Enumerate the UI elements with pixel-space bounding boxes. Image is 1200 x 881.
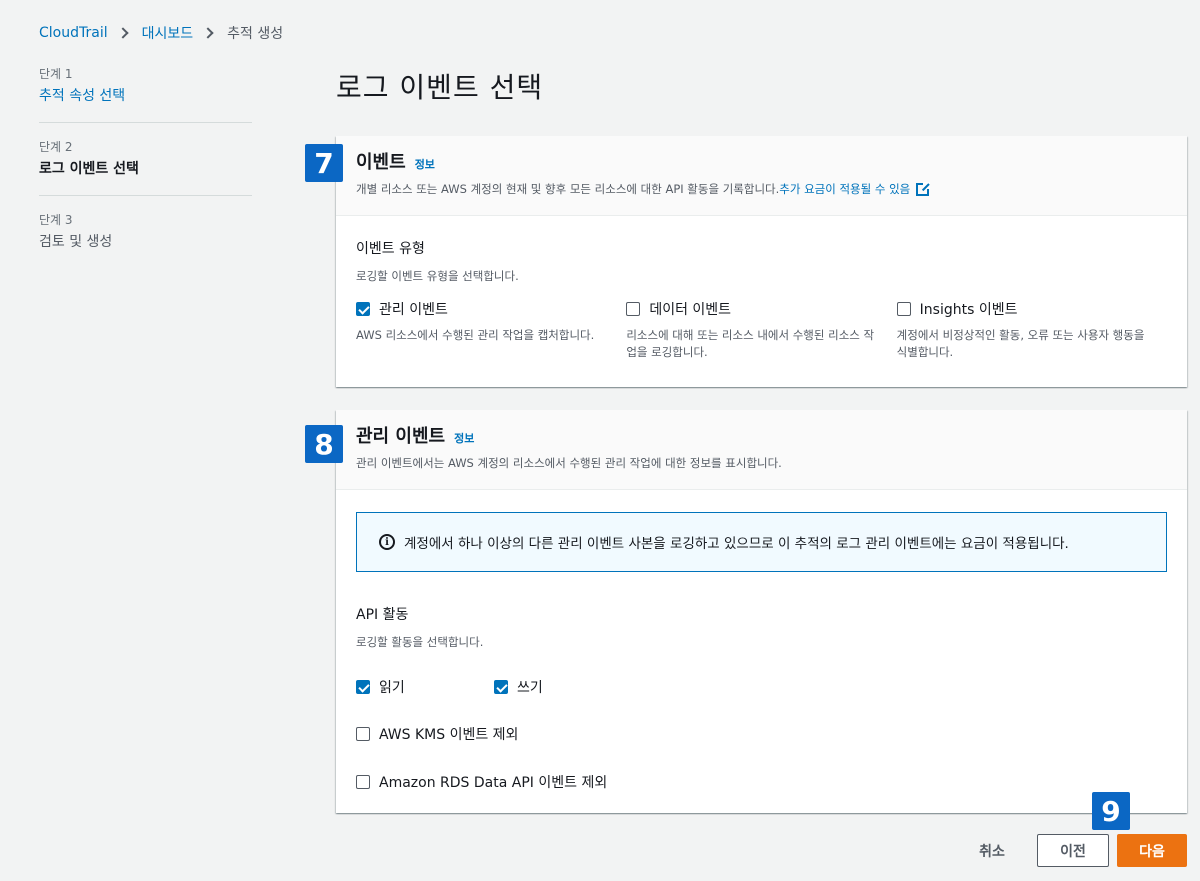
next-button[interactable]: 다음 [1117,834,1187,867]
chevron-right-icon [116,27,129,39]
events-panel-body: 이벤트 유형 로깅할 이벤트 유형을 선택합니다. 관리 이벤트 AWS 리소스… [336,216,1187,381]
breadcrumb-dashboard[interactable]: 대시보드 [142,23,194,43]
write-option[interactable]: 쓰기 [494,677,543,697]
event-type-label: 이벤트 유형 [356,241,425,257]
breadcrumb: CloudTrail 대시보드 추적 생성 [39,22,283,44]
option-description: 리소스에 대해 또는 리소스 내에서 수행된 리소스 작업을 로깅합니다. [626,328,875,359]
event-type-sublabel: 로깅할 이벤트 유형을 선택합니다. [356,269,519,283]
read-checkbox[interactable] [356,680,370,694]
api-activity-label: API 활동 [356,607,409,623]
breadcrumb-current: 추적 생성 [227,26,284,42]
option-label: 데이터 이벤트 [649,302,732,318]
external-link-icon[interactable] [916,181,931,196]
management-events-checkbox[interactable] [356,302,370,316]
step-number: 단계 2 [39,140,73,154]
event-type-options: 관리 이벤트 AWS 리소스에서 수행된 관리 작업을 캡처합니다. 데이터 이… [356,299,1167,361]
management-panel-body: i 계정에서 하나 이상의 다른 관리 이벤트 사본을 로깅하고 있으므로 이 … [336,490,1187,812]
event-type-management: 관리 이벤트 AWS 리소스에서 수행된 관리 작업을 캡처합니다. [356,299,626,361]
event-type-data: 데이터 이벤트 리소스에 대해 또는 리소스 내에서 수행된 리소스 작업을 로… [626,299,896,361]
info-alert: i 계정에서 하나 이상의 다른 관리 이벤트 사본을 로깅하고 있으므로 이 … [356,512,1167,572]
data-events-checkbox[interactable] [626,302,641,316]
management-events-title: 관리 이벤트 [356,426,446,447]
option-description: 계정에서 비정상적인 활동, 오류 또는 사용자 행동을 식별합니다. [896,328,1145,359]
cancel-button[interactable]: 취소 [962,834,1022,867]
read-label: 읽기 [379,680,405,696]
pricing-link[interactable]: 추가 요금이 적용될 수 있음 [779,181,910,197]
events-description: 개별 리소스 또는 AWS 계정의 현재 및 향후 모든 리소스에 대한 API… [356,181,1167,197]
management-description: 관리 이벤트에서는 AWS 계정의 리소스에서 수행된 관리 작업에 대한 정보… [356,456,782,470]
step-marker-7: 7 [305,144,343,182]
wizard-step-1: 단계 1 추적 속성 선택 [39,66,252,123]
events-title: 이벤트 [356,152,406,173]
alert-text: 계정에서 하나 이상의 다른 관리 이벤트 사본을 로깅하고 있으므로 이 추적… [404,536,1069,552]
step-title-review: 검토 및 생성 [39,234,113,250]
exclude-rds-option[interactable]: Amazon RDS Data API 이벤트 제외 [356,772,1167,792]
exclude-kms-checkbox[interactable] [356,727,370,741]
option-label: Insights 이벤트 [919,302,1018,318]
step-number: 단계 3 [39,213,73,227]
events-info-link[interactable]: 정보 [415,156,435,172]
management-events-panel: 관리 이벤트 정보 관리 이벤트에서는 AWS 계정의 리소스에서 수행된 관리… [336,410,1187,813]
wizard-steps: 단계 1 추적 속성 선택 단계 2 로그 이벤트 선택 단계 3 검토 및 생… [39,66,252,284]
step-current-title: 로그 이벤트 선택 [39,161,139,177]
wizard-step-2: 단계 2 로그 이벤트 선택 [39,139,252,196]
management-events-option[interactable]: 관리 이벤트 [356,299,614,319]
step-link-attributes[interactable]: 추적 속성 선택 [39,86,252,106]
exclude-rds-label: Amazon RDS Data API 이벤트 제외 [379,775,608,791]
insights-events-option[interactable]: Insights 이벤트 [896,299,1155,319]
exclude-rds-checkbox[interactable] [356,775,370,789]
step-marker-9: 9 [1092,792,1130,830]
option-description: AWS 리소스에서 수행된 관리 작업을 캡처합니다. [356,328,595,342]
chevron-right-icon [202,27,214,39]
write-label: 쓰기 [517,680,543,696]
data-events-option[interactable]: 데이터 이벤트 [626,299,884,319]
api-activity-options: 읽기 쓰기 [356,677,1167,697]
previous-button[interactable]: 이전 [1037,834,1109,867]
exclude-kms-option[interactable]: AWS KMS 이벤트 제외 [356,724,1167,744]
read-option[interactable]: 읽기 [356,677,494,697]
wizard-step-3: 단계 3 검토 및 생성 [39,212,252,268]
api-activity-sublabel: 로깅할 활동을 선택합니다. [356,635,484,649]
management-panel-header: 관리 이벤트 정보 관리 이벤트에서는 AWS 계정의 리소스에서 수행된 관리… [336,410,1187,490]
insights-events-checkbox[interactable] [896,302,911,316]
write-checkbox[interactable] [494,680,508,694]
step-marker-8: 8 [305,425,343,463]
breadcrumb-cloudtrail[interactable]: CloudTrail [39,25,108,41]
exclude-kms-label: AWS KMS 이벤트 제외 [379,727,519,743]
option-label: 관리 이벤트 [379,302,448,318]
events-panel: 이벤트 정보 개별 리소스 또는 AWS 계정의 현재 및 향후 모든 리소스에… [336,136,1187,387]
info-icon: i [379,534,395,550]
management-info-link[interactable]: 정보 [454,430,474,446]
step-number: 단계 1 [39,67,73,81]
page-title: 로그 이벤트 선택 [336,71,544,104]
events-panel-header: 이벤트 정보 개별 리소스 또는 AWS 계정의 현재 및 향후 모든 리소스에… [336,136,1187,216]
event-type-insights: Insights 이벤트 계정에서 비정상적인 활동, 오류 또는 사용자 행동… [896,299,1167,361]
events-description-text: 개별 리소스 또는 AWS 계정의 현재 및 향후 모든 리소스에 대한 API… [356,182,780,196]
